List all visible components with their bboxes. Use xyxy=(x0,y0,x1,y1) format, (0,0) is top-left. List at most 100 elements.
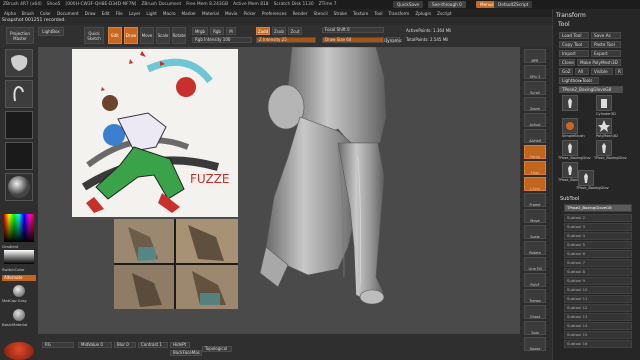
menu-alpha[interactable]: Alpha xyxy=(4,11,16,16)
rgb-value-slider[interactable]: RG xyxy=(42,342,74,348)
menu-edit[interactable]: Edit xyxy=(102,11,110,16)
matcap-gray-icon[interactable] xyxy=(13,285,25,297)
mrgb-button[interactable]: Mrgb xyxy=(192,27,208,35)
move-view-button[interactable]: Move xyxy=(524,209,546,223)
frame-button[interactable]: Frame xyxy=(524,193,546,207)
solo-button[interactable]: Solo xyxy=(524,321,546,335)
tool-thumb-tpose-b[interactable] xyxy=(596,140,612,156)
hidept-button[interactable]: HidePt xyxy=(170,342,190,348)
tool-palette-title[interactable]: Tool xyxy=(558,21,570,28)
menu-light[interactable]: Light xyxy=(146,11,156,16)
lsym-button[interactable]: L.Sym xyxy=(524,177,546,191)
draw-size-slider[interactable]: Draw Size 64 xyxy=(322,37,384,43)
rgb-button[interactable]: Rgb xyxy=(210,27,224,35)
menu-transform[interactable]: Transform xyxy=(388,11,409,16)
tool-thumb-tpose-a[interactable] xyxy=(562,140,578,156)
menu-stroke[interactable]: Stroke xyxy=(334,11,347,16)
clone-button[interactable]: Clone xyxy=(559,59,575,66)
brush-selector[interactable] xyxy=(5,49,33,77)
menu-file[interactable]: File xyxy=(116,11,123,16)
menu-render[interactable]: Render xyxy=(293,11,308,16)
zcut-button[interactable]: Zcut xyxy=(288,27,302,35)
current-tool-selector[interactable]: TPose2_BoxingGloveG8 xyxy=(559,86,623,93)
tool-thumb-tpose-d[interactable] xyxy=(578,170,594,186)
menu-document[interactable]: Document xyxy=(57,11,79,16)
xpose-button[interactable]: Xpose xyxy=(524,337,546,351)
color-picker[interactable] xyxy=(4,214,34,242)
menu-preferences[interactable]: Preferences xyxy=(262,11,287,16)
gradient-label[interactable]: Gradient xyxy=(2,244,19,249)
copy-tool-button[interactable]: Copy Tool xyxy=(559,41,589,48)
tool-thumb-cylinder[interactable] xyxy=(596,95,612,111)
switchcolor-label[interactable]: SwitchColor xyxy=(2,267,24,272)
visible-button[interactable]: Visible xyxy=(591,68,613,75)
tool-thumb-tpose-c[interactable] xyxy=(562,162,578,178)
subtool-row[interactable]: Subtool 16 xyxy=(564,340,632,348)
z-intensity-slider[interactable]: Z Intensity 25 xyxy=(256,37,316,43)
paste-tool-button[interactable]: Paste Tool xyxy=(591,41,621,48)
subtool-palette-title[interactable]: SubTool xyxy=(560,196,579,202)
subtool-row[interactable]: Subtool 14 xyxy=(564,322,632,330)
bpr-button[interactable]: BPR xyxy=(524,49,546,63)
quicksave-button[interactable]: QuickSave xyxy=(393,1,424,8)
floor-button[interactable]: Floor xyxy=(524,161,546,175)
line-fill-button[interactable]: Line Fill xyxy=(524,257,546,271)
subtool-row[interactable]: Subtool 13 xyxy=(564,313,632,321)
subtool-row[interactable]: Subtool 9 xyxy=(564,277,632,285)
load-tool-button[interactable]: Load Tool xyxy=(559,32,589,39)
edit-button[interactable]: Edit xyxy=(108,27,122,44)
actual-button[interactable]: Actual xyxy=(524,113,546,127)
transform-palette-title[interactable]: Transform xyxy=(556,12,586,19)
subtool-row[interactable]: Subtool 10 xyxy=(564,286,632,294)
subtool-row[interactable]: Subtool 2 xyxy=(564,214,632,222)
rotate-view-button[interactable]: Rotate xyxy=(524,241,546,255)
all-button[interactable]: All xyxy=(575,68,589,75)
menu-movie[interactable]: Movie xyxy=(225,11,237,16)
material-selector[interactable] xyxy=(5,173,33,201)
stroke-selector[interactable] xyxy=(5,80,33,108)
quick-sketch-button[interactable]: Quick Sketch xyxy=(84,27,104,44)
m-button[interactable]: M xyxy=(226,27,236,35)
subtool-row[interactable]: Subtool 15 xyxy=(564,331,632,339)
subtool-row[interactable]: Subtool 5 xyxy=(564,241,632,249)
see-through-slider[interactable]: See-through 0 xyxy=(428,1,466,8)
export-button[interactable]: Export xyxy=(591,50,621,57)
menu-draw[interactable]: Draw xyxy=(85,11,96,16)
projection-master-button[interactable]: Projection Master xyxy=(6,27,34,44)
default-zscript-button[interactable]: DefaultZScript xyxy=(494,1,533,8)
rgb-intensity-slider[interactable]: Rgb Intensity 100 xyxy=(192,37,252,43)
menu-zscript[interactable]: Zscript xyxy=(437,11,452,16)
subtool-row[interactable]: Subtool 4 xyxy=(564,232,632,240)
alternate-button[interactable]: Alternate xyxy=(2,275,36,281)
subtool-row-active[interactable]: TPose2_BoxingGloveG8 xyxy=(564,204,632,212)
tool-thumb-figure[interactable] xyxy=(562,95,578,111)
dynamic-button[interactable]: Dynamic xyxy=(384,37,402,43)
scroll-button[interactable]: Scroll xyxy=(524,81,546,95)
zsub-button[interactable]: Zsub xyxy=(272,27,286,35)
texture-selector[interactable] xyxy=(5,142,33,170)
menu-marker[interactable]: Marker xyxy=(182,11,196,16)
menu-layer[interactable]: Layer xyxy=(129,11,141,16)
focal-shift-slider[interactable]: Focal Shift 0 xyxy=(322,27,384,33)
move-button[interactable]: Move xyxy=(140,27,154,44)
menu-zplugin[interactable]: Zplugin xyxy=(415,11,431,16)
document-canvas[interactable]: FUZZE xyxy=(38,47,520,334)
alpha-selector[interactable] xyxy=(5,111,33,139)
save-as-button[interactable]: Save As xyxy=(591,32,621,39)
subtool-row[interactable]: Subtool 8 xyxy=(564,268,632,276)
lightbox-tools-button[interactable]: Lightbox▸Tools xyxy=(559,77,599,84)
draw-button[interactable]: Draw xyxy=(124,27,138,44)
menu-texture[interactable]: Texture xyxy=(353,11,368,16)
zoom-button[interactable]: Zoom xyxy=(524,97,546,111)
persp-button[interactable]: Persp xyxy=(524,145,546,159)
gradient-swatch[interactable] xyxy=(4,250,34,264)
midvalue-slider[interactable]: MidValue 0 xyxy=(78,342,112,348)
transp-button[interactable]: Transp xyxy=(524,289,546,303)
menu-stencil[interactable]: Stencil xyxy=(313,11,327,16)
menu-material[interactable]: Material xyxy=(202,11,219,16)
aahalf-button[interactable]: AAHalf xyxy=(524,129,546,143)
contrast-slider[interactable]: Contrast 1 xyxy=(138,342,168,348)
scale-button[interactable]: Scale xyxy=(156,27,170,44)
menu-brush[interactable]: Brush xyxy=(22,11,34,16)
r-button[interactable]: R xyxy=(615,68,623,75)
